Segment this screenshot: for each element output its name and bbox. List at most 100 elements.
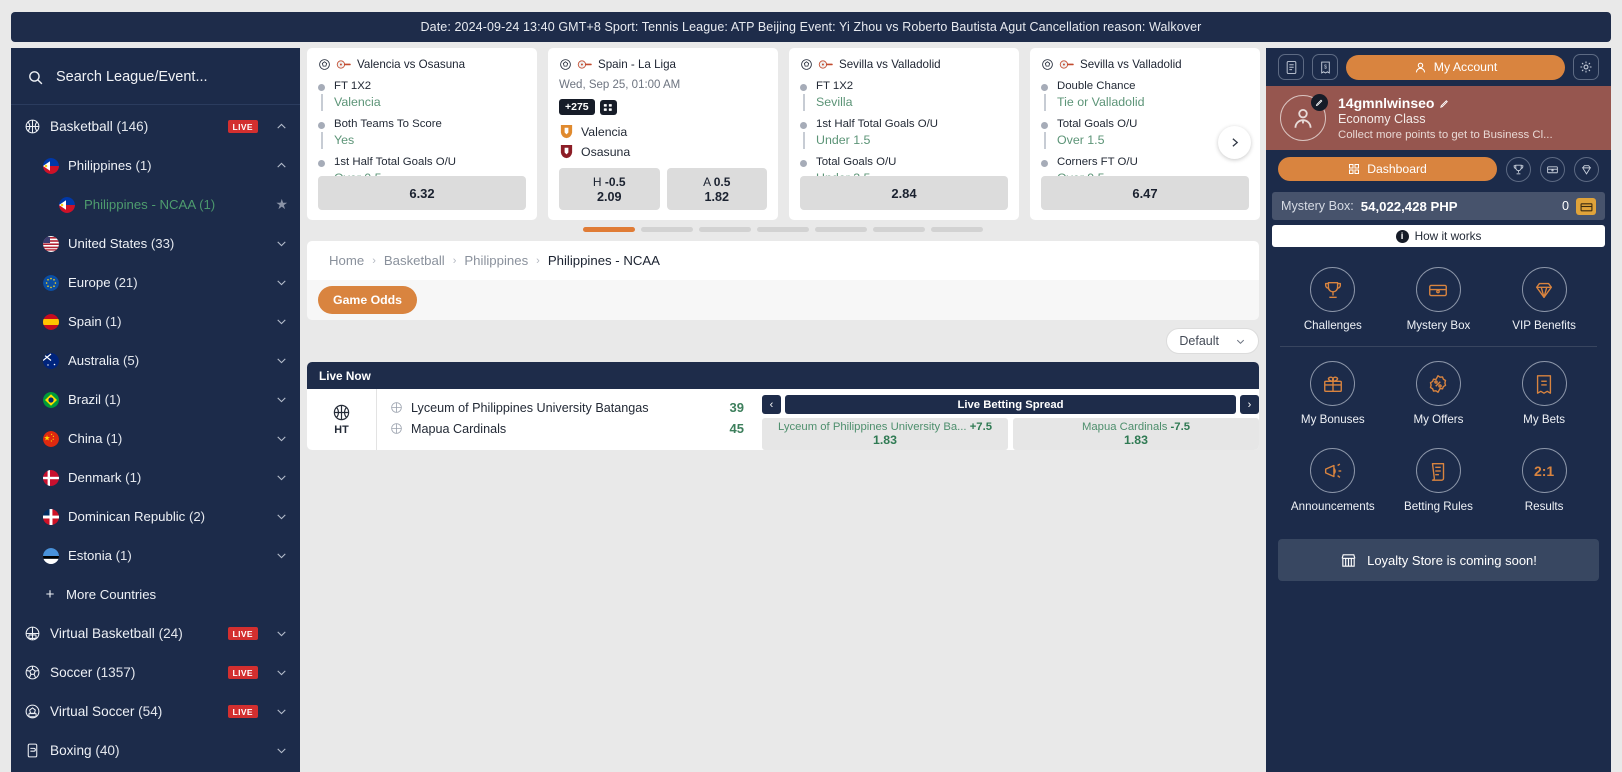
sidebar-item-boxing[interactable]: Boxing (40) xyxy=(11,731,300,770)
carousel-next-button[interactable] xyxy=(1218,126,1251,159)
challenges-shortcut-icon[interactable] xyxy=(1506,156,1531,182)
chevron-up-icon[interactable] xyxy=(275,159,288,172)
promo-card[interactable]: Valencia vs Osasuna FT 1X2 Valencia Both Te… xyxy=(307,48,537,220)
sidebar-item-label: Spain (1) xyxy=(68,314,122,329)
vip-shortcut-icon[interactable] xyxy=(1574,156,1599,182)
chevron-down-icon[interactable] xyxy=(275,471,288,484)
market-next-button[interactable]: › xyxy=(1240,395,1259,414)
promo-card[interactable]: Spain - La Liga Wed, Sep 25, 01:00 AM +275… xyxy=(548,48,778,220)
dashboard-row: Dashboard xyxy=(1266,150,1611,188)
cashout-icon[interactable]: $ xyxy=(1312,54,1338,80)
breadcrumb-item[interactable]: Philippines xyxy=(464,253,528,268)
promo-odds-button[interactable]: 6.47 xyxy=(1041,176,1249,210)
sidebar-item-brazil[interactable]: Brazil (1) xyxy=(11,380,300,419)
shortcut-betting-rules[interactable]: Betting Rules xyxy=(1386,448,1492,513)
market-prev-button[interactable]: ‹ xyxy=(762,395,781,414)
breadcrumb-separator: › xyxy=(372,254,376,267)
search-input[interactable]: Search League/Event... xyxy=(11,58,300,96)
promo-odds-option[interactable]: H -0.5 2.09 xyxy=(559,168,660,210)
mystery-box-count: 0 xyxy=(1561,199,1569,213)
shortcut-my-bets[interactable]: My Bets xyxy=(1491,361,1597,426)
info-icon: i xyxy=(1395,229,1409,243)
edit-avatar-icon[interactable] xyxy=(1311,94,1328,111)
sidebar-list: Basketball (146) LIVE Philippines (1) Phili… xyxy=(11,107,300,772)
bet-slip-icon[interactable] xyxy=(1278,54,1304,80)
live-market-option[interactable]: Mapua Cardinals -7.5 1.83 xyxy=(1013,418,1259,450)
sidebar-item-soccer[interactable]: Soccer (1357) LIVE xyxy=(11,653,300,692)
sidebar-item-denmark[interactable]: Denmark (1) xyxy=(11,458,300,497)
sidebar-item-china[interactable]: China (1) xyxy=(11,419,300,458)
shortcut-my-offers[interactable]: My Offers xyxy=(1386,361,1492,426)
sidebar-item-spain[interactable]: Spain (1) xyxy=(11,302,300,341)
promo-odds-option[interactable]: A 0.5 1.82 xyxy=(666,168,767,210)
carousel-dots[interactable] xyxy=(307,227,1259,232)
my-account-button[interactable]: My Account xyxy=(1346,54,1565,80)
promo-odds-button[interactable]: 6.32 xyxy=(318,176,526,210)
chevron-down-icon[interactable] xyxy=(275,627,288,640)
sidebar-item-estonia[interactable]: Estonia (1) xyxy=(11,536,300,575)
chevron-down-icon[interactable] xyxy=(275,549,288,562)
sidebar-item-europe[interactable]: Europe (21) xyxy=(11,263,300,302)
sidebar-item-basketball[interactable]: Basketball (146) LIVE xyxy=(11,107,300,146)
carousel-dot[interactable] xyxy=(583,227,635,232)
user-avatar-icon xyxy=(1294,108,1312,128)
sidebar-item-australia[interactable]: Australia (5) xyxy=(11,341,300,380)
loyalty-banner: Loyalty Store is coming soon! xyxy=(1278,539,1599,581)
tab-game-odds[interactable]: Game Odds xyxy=(318,286,418,314)
sort-select[interactable]: Default xyxy=(1166,328,1259,354)
edit-pencil-icon[interactable] xyxy=(1439,98,1450,109)
sidebar-item-virtual-basketball[interactable]: Virtual Basketball (24) LIVE xyxy=(11,614,300,653)
carousel-dot[interactable] xyxy=(873,227,925,232)
promo-card[interactable]: Sevilla vs Valladolid FT 1X2 Sevilla 1st Ha… xyxy=(789,48,1019,220)
carousel-dot[interactable] xyxy=(699,227,751,232)
shortcut-announcements[interactable]: Announcements xyxy=(1280,448,1386,513)
dashboard-button[interactable]: Dashboard xyxy=(1278,157,1497,181)
breadcrumb-item[interactable]: Basketball xyxy=(384,253,445,268)
sidebar-item-dominican-republic[interactable]: Dominican Republic (2) xyxy=(11,497,300,536)
shortcut-challenges[interactable]: Challenges xyxy=(1280,267,1386,332)
shortcut-results[interactable]: 2:1 Results xyxy=(1491,448,1597,513)
shortcut-vip-benefits[interactable]: VIP Benefits xyxy=(1491,267,1597,332)
chevron-down-icon[interactable] xyxy=(275,744,288,757)
sidebar-item-philippines-ncaa[interactable]: Philippines - NCAA (1) ★ xyxy=(11,185,300,224)
shortcut-my-bonuses[interactable]: My Bonuses xyxy=(1280,361,1386,426)
sidebar-item-label: United States (33) xyxy=(68,236,175,251)
carousel-dot[interactable] xyxy=(931,227,983,232)
chevron-down-icon[interactable] xyxy=(275,315,288,328)
favorite-star-icon[interactable]: ★ xyxy=(275,196,288,213)
mystery-box-bar[interactable]: Mystery Box: 54,022,428 PHP 0 xyxy=(1272,192,1605,220)
settings-gear-icon[interactable] xyxy=(1573,54,1599,80)
leg-pick: Yes xyxy=(334,133,355,147)
trophy-icon xyxy=(1324,281,1341,298)
chevron-down-icon[interactable] xyxy=(275,666,288,679)
live-market-option[interactable]: Lyceum of Philippines University Ba... +… xyxy=(762,418,1008,450)
chevron-down-icon[interactable] xyxy=(275,393,288,406)
leg-dot-icon xyxy=(800,84,807,91)
avatar[interactable] xyxy=(1280,94,1328,141)
live-event-row[interactable]: HT Lyceum of Philippines University Batan… xyxy=(307,389,1259,450)
chevron-down-icon[interactable] xyxy=(275,354,288,367)
how-it-works-button[interactable]: i How it works xyxy=(1272,225,1605,247)
shortcut-label: Announcements xyxy=(1290,500,1375,513)
chevron-up-icon[interactable] xyxy=(275,120,288,133)
chevron-down-icon[interactable] xyxy=(275,705,288,718)
sidebar-item-virtual-soccer[interactable]: Virtual Soccer (54) LIVE xyxy=(11,692,300,731)
sidebar-item-united-states[interactable]: United States (33) xyxy=(11,224,300,263)
carousel-dot[interactable] xyxy=(641,227,693,232)
carousel-dot[interactable] xyxy=(757,227,809,232)
chevron-down-icon[interactable] xyxy=(275,276,288,289)
shortcut-mystery-box[interactable]: Mystery Box xyxy=(1386,267,1492,332)
sidebar-more-countries[interactable]: + More Countries xyxy=(11,575,300,614)
chevron-down-icon[interactable] xyxy=(275,432,288,445)
sidebar-item-philippines[interactable]: Philippines (1) xyxy=(11,146,300,185)
promo-odds-button[interactable]: 2.84 xyxy=(800,176,1008,210)
chevron-down-icon[interactable] xyxy=(275,510,288,523)
stats-icon[interactable] xyxy=(599,99,617,115)
basketball-icon xyxy=(333,404,350,421)
more-countries-label: More Countries xyxy=(66,587,157,602)
breadcrumb-item[interactable]: Home xyxy=(329,253,364,268)
mystery-box-shortcut-icon[interactable] xyxy=(1540,156,1565,182)
treasure-chest-icon xyxy=(1429,284,1448,296)
carousel-dot[interactable] xyxy=(815,227,867,232)
chevron-down-icon[interactable] xyxy=(275,237,288,250)
